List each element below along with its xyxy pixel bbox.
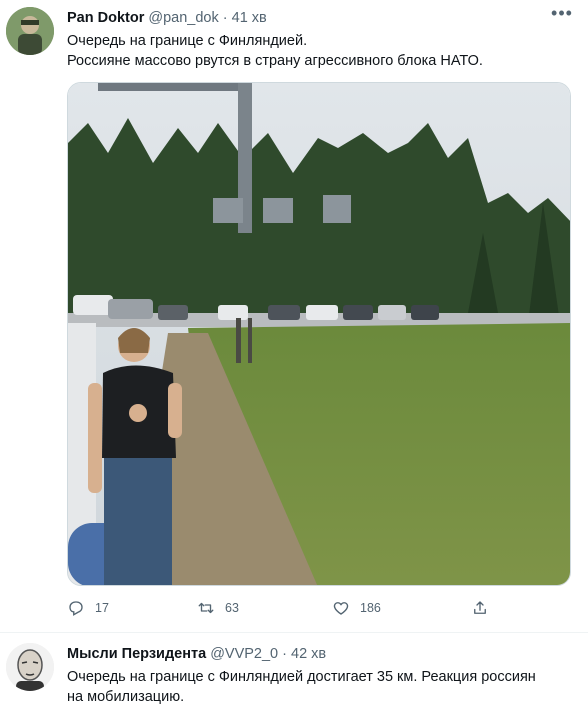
- retweet-icon: [198, 602, 214, 614]
- tweet-video[interactable]: [67, 82, 571, 586]
- share-button[interactable]: [471, 596, 499, 620]
- avatar-image: [6, 7, 54, 55]
- like-count: 186: [360, 601, 381, 615]
- reply-button[interactable]: 17: [67, 596, 109, 620]
- tweet-1-header: Pan Doktor @pan_dok · 41 хв: [67, 9, 267, 27]
- reply-count: 17: [95, 601, 109, 615]
- tweet-text-line: Очередь на границе с Финляндией достигае…: [67, 669, 536, 685]
- share-icon: [474, 601, 486, 614]
- avatar-mysli-perzidenta[interactable]: [6, 643, 54, 691]
- author-name[interactable]: Мысли Перзидента: [67, 646, 206, 662]
- like-button[interactable]: 186: [332, 596, 381, 620]
- author-handle[interactable]: @pan_dok: [148, 10, 218, 26]
- avatar-pan-doktor[interactable]: [6, 7, 54, 55]
- video-frame: [68, 83, 570, 585]
- author-handle[interactable]: @VVP2_0: [210, 646, 278, 662]
- tweet-2-text: Очередь на границе с Финляндией достигае…: [67, 667, 572, 707]
- tweet-time[interactable]: 41 хв: [232, 10, 267, 26]
- tweet-2-header: Мысли Перзидента @VVP2_0 · 42 хв: [67, 645, 326, 663]
- retweet-button[interactable]: 63: [197, 596, 239, 620]
- tweet-text-line: Очередь на границе с Финляндией.: [67, 33, 308, 49]
- tweet-1-text: Очередь на границе с Финляндией. Россиян…: [67, 31, 572, 71]
- avatar-image: [6, 643, 54, 691]
- separator-dot: ·: [222, 10, 232, 26]
- reply-icon: [69, 601, 83, 616]
- heart-icon: [333, 602, 349, 615]
- retweet-count: 63: [225, 601, 239, 615]
- separator-dot: ·: [282, 646, 292, 662]
- more-dots-icon[interactable]: •••: [550, 4, 574, 26]
- tweet-time[interactable]: 42 хв: [291, 646, 326, 662]
- tweet-text-line: на мобилизацию.: [67, 689, 185, 705]
- tweet-1[interactable]: Pan Doktor @pan_dok · 41 хв ••• Очередь …: [0, 0, 588, 633]
- tweet-text-line: Россияне массово рвутся в страну агресси…: [67, 53, 483, 69]
- author-name[interactable]: Pan Doktor: [67, 10, 144, 26]
- tweet-actions: 17 63 186: [67, 596, 507, 620]
